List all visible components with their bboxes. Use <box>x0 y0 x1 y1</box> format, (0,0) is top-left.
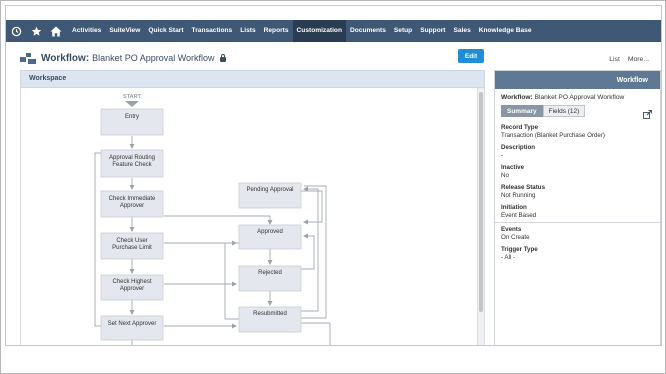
prop-value: - <box>501 152 504 159</box>
state-check-user-label-2: Purchase Limit <box>112 245 152 251</box>
nav-documents[interactable]: Documents <box>346 20 390 42</box>
star-icon[interactable] <box>26 20 46 42</box>
workspace-scrollbar[interactable] <box>477 88 484 345</box>
scrollbar-thumb[interactable] <box>479 92 483 312</box>
prop-trigger-type: Trigger Type - All - <box>501 246 656 262</box>
state-set-next-label: Set Next Approver <box>108 321 157 327</box>
state-pending-label: Pending Approval <box>246 187 293 193</box>
state-approved[interactable]: Approved <box>238 224 302 250</box>
workspace-title: Workspace <box>29 75 67 82</box>
prop-label: Events <box>501 226 522 233</box>
nav-suiteview[interactable]: SuiteView <box>105 20 144 42</box>
prop-label: Trigger Type <box>501 246 538 253</box>
start-marker <box>125 101 139 107</box>
page-links: List More... <box>609 56 649 63</box>
prop-inactive: Inactive No <box>501 164 656 180</box>
prop-value: - All - <box>501 254 516 261</box>
list-link[interactable]: List <box>609 56 620 63</box>
state-set-next-approver[interactable]: Set Next Approver <box>100 315 164 341</box>
start-label: START <box>123 94 142 100</box>
state-approved-label: Approved <box>257 229 283 235</box>
netsuite-page: Activities SuiteView Quick Start Transac… <box>5 5 662 346</box>
state-check-highest-label-1: Check Highest <box>112 279 151 285</box>
nav-sales[interactable]: Sales <box>450 20 475 42</box>
page-title: Workflow : Blanket PO Approval Workflow <box>20 50 226 66</box>
state-approval-routing[interactable]: Approval Routing Feature Check <box>100 149 164 178</box>
nav-knowledge-base[interactable]: Knowledge Base <box>475 20 536 42</box>
tab-summary[interactable]: Summary <box>501 105 543 117</box>
prop-initiation: Initiation Event Based <box>501 204 656 220</box>
prop-label: Release Status <box>501 184 546 191</box>
tab-fields[interactable]: Fields (12) <box>542 105 586 117</box>
state-resubmitted[interactable]: Resubmitted <box>238 306 302 333</box>
more-link[interactable]: More... <box>628 56 649 63</box>
workflow-panel-header: Workflow <box>495 71 660 89</box>
lock-icon <box>219 54 226 62</box>
prop-record-type: Record Type Transaction (Blanket Purchas… <box>501 124 656 140</box>
record-name: Blanket PO Approval Workflow <box>92 53 215 63</box>
panel-tabs: Summary Fields (12) <box>501 105 586 117</box>
nav-transactions[interactable]: Transactions <box>188 20 237 42</box>
title-separator: : <box>85 52 90 64</box>
state-check-immediate-label-2: Approver <box>120 203 144 209</box>
popout-icon[interactable] <box>643 106 652 119</box>
window-frame: Activities SuiteView Quick Start Transac… <box>0 0 666 374</box>
prop-label: Record Type <box>501 124 539 131</box>
nav-setup[interactable]: Setup <box>390 20 416 42</box>
main-nav-bar: Activities SuiteView Quick Start Transac… <box>6 20 661 42</box>
state-entry[interactable]: Entry <box>100 108 164 136</box>
state-resubmitted-label: Resubmitted <box>253 311 287 317</box>
nav-support[interactable]: Support <box>416 20 449 42</box>
nav-customization[interactable]: Customization <box>292 20 346 42</box>
state-check-user-purchase-limit[interactable]: Check User Purchase Limit <box>100 232 164 260</box>
state-rejected[interactable]: Rejected <box>238 265 302 292</box>
state-rejected-label: Rejected <box>258 270 282 276</box>
prop-value: Transaction (Blanket Purchase Order) <box>501 132 605 139</box>
state-check-highest-approver[interactable]: Check Highest Approver <box>100 274 164 301</box>
nav-lists[interactable]: Lists <box>236 20 259 42</box>
state-check-highest-label-2: Approver <box>120 286 144 292</box>
workflow-name-label: Workflow: <box>501 94 533 101</box>
record-type-label: Workflow <box>41 52 86 64</box>
prop-label: Initiation <box>501 204 527 211</box>
prop-label: Description <box>501 144 536 151</box>
event-properties: Events On Create Trigger Type - All - <box>501 226 656 266</box>
prop-release-status: Release Status Not Running <box>501 184 656 200</box>
state-approval-routing-label-2: Feature Check <box>112 162 152 168</box>
panel-divider <box>495 222 660 223</box>
prop-value: Not Running <box>501 192 536 199</box>
workflow-record-icon <box>20 52 36 64</box>
summary-properties: Record Type Transaction (Blanket Purchas… <box>501 124 656 224</box>
nav-quick-start[interactable]: Quick Start <box>144 20 187 42</box>
prop-events: Events On Create <box>501 226 656 242</box>
state-pending-approval[interactable]: Pending Approval <box>238 182 302 209</box>
workflow-name-value: Blanket PO Approval Workflow <box>534 94 625 101</box>
workflow-panel: Workflow Workflow: Blanket PO Approval W… <box>494 70 661 345</box>
nav-reports[interactable]: Reports <box>260 20 293 42</box>
history-icon[interactable] <box>6 20 26 42</box>
state-check-immediate-label-1: Check Immediate <box>109 196 156 202</box>
state-check-user-label-1: Check User <box>116 238 147 244</box>
workspace-canvas[interactable]: START Entry Approval Routing Feature Che… <box>20 88 485 345</box>
prop-value: On Create <box>501 234 530 241</box>
prop-value: No <box>501 172 509 179</box>
prop-description: Description - <box>501 144 656 160</box>
home-icon[interactable] <box>46 20 66 42</box>
workflow-name: Workflow: Blanket PO Approval Workflow <box>501 94 624 101</box>
state-approval-routing-label-1: Approval Routing <box>109 155 155 161</box>
state-entry-label: Entry <box>125 114 139 120</box>
workspace-header: Workspace <box>20 70 485 88</box>
edit-button[interactable]: Edit <box>458 49 484 63</box>
workflow-diagram: START Entry Approval Routing Feature Che… <box>94 94 331 345</box>
prop-value: Event Based <box>501 212 537 219</box>
prop-label: Inactive <box>501 164 525 171</box>
nav-activities[interactable]: Activities <box>68 20 105 42</box>
state-check-immediate-approver[interactable]: Check Immediate Approver <box>100 190 164 218</box>
